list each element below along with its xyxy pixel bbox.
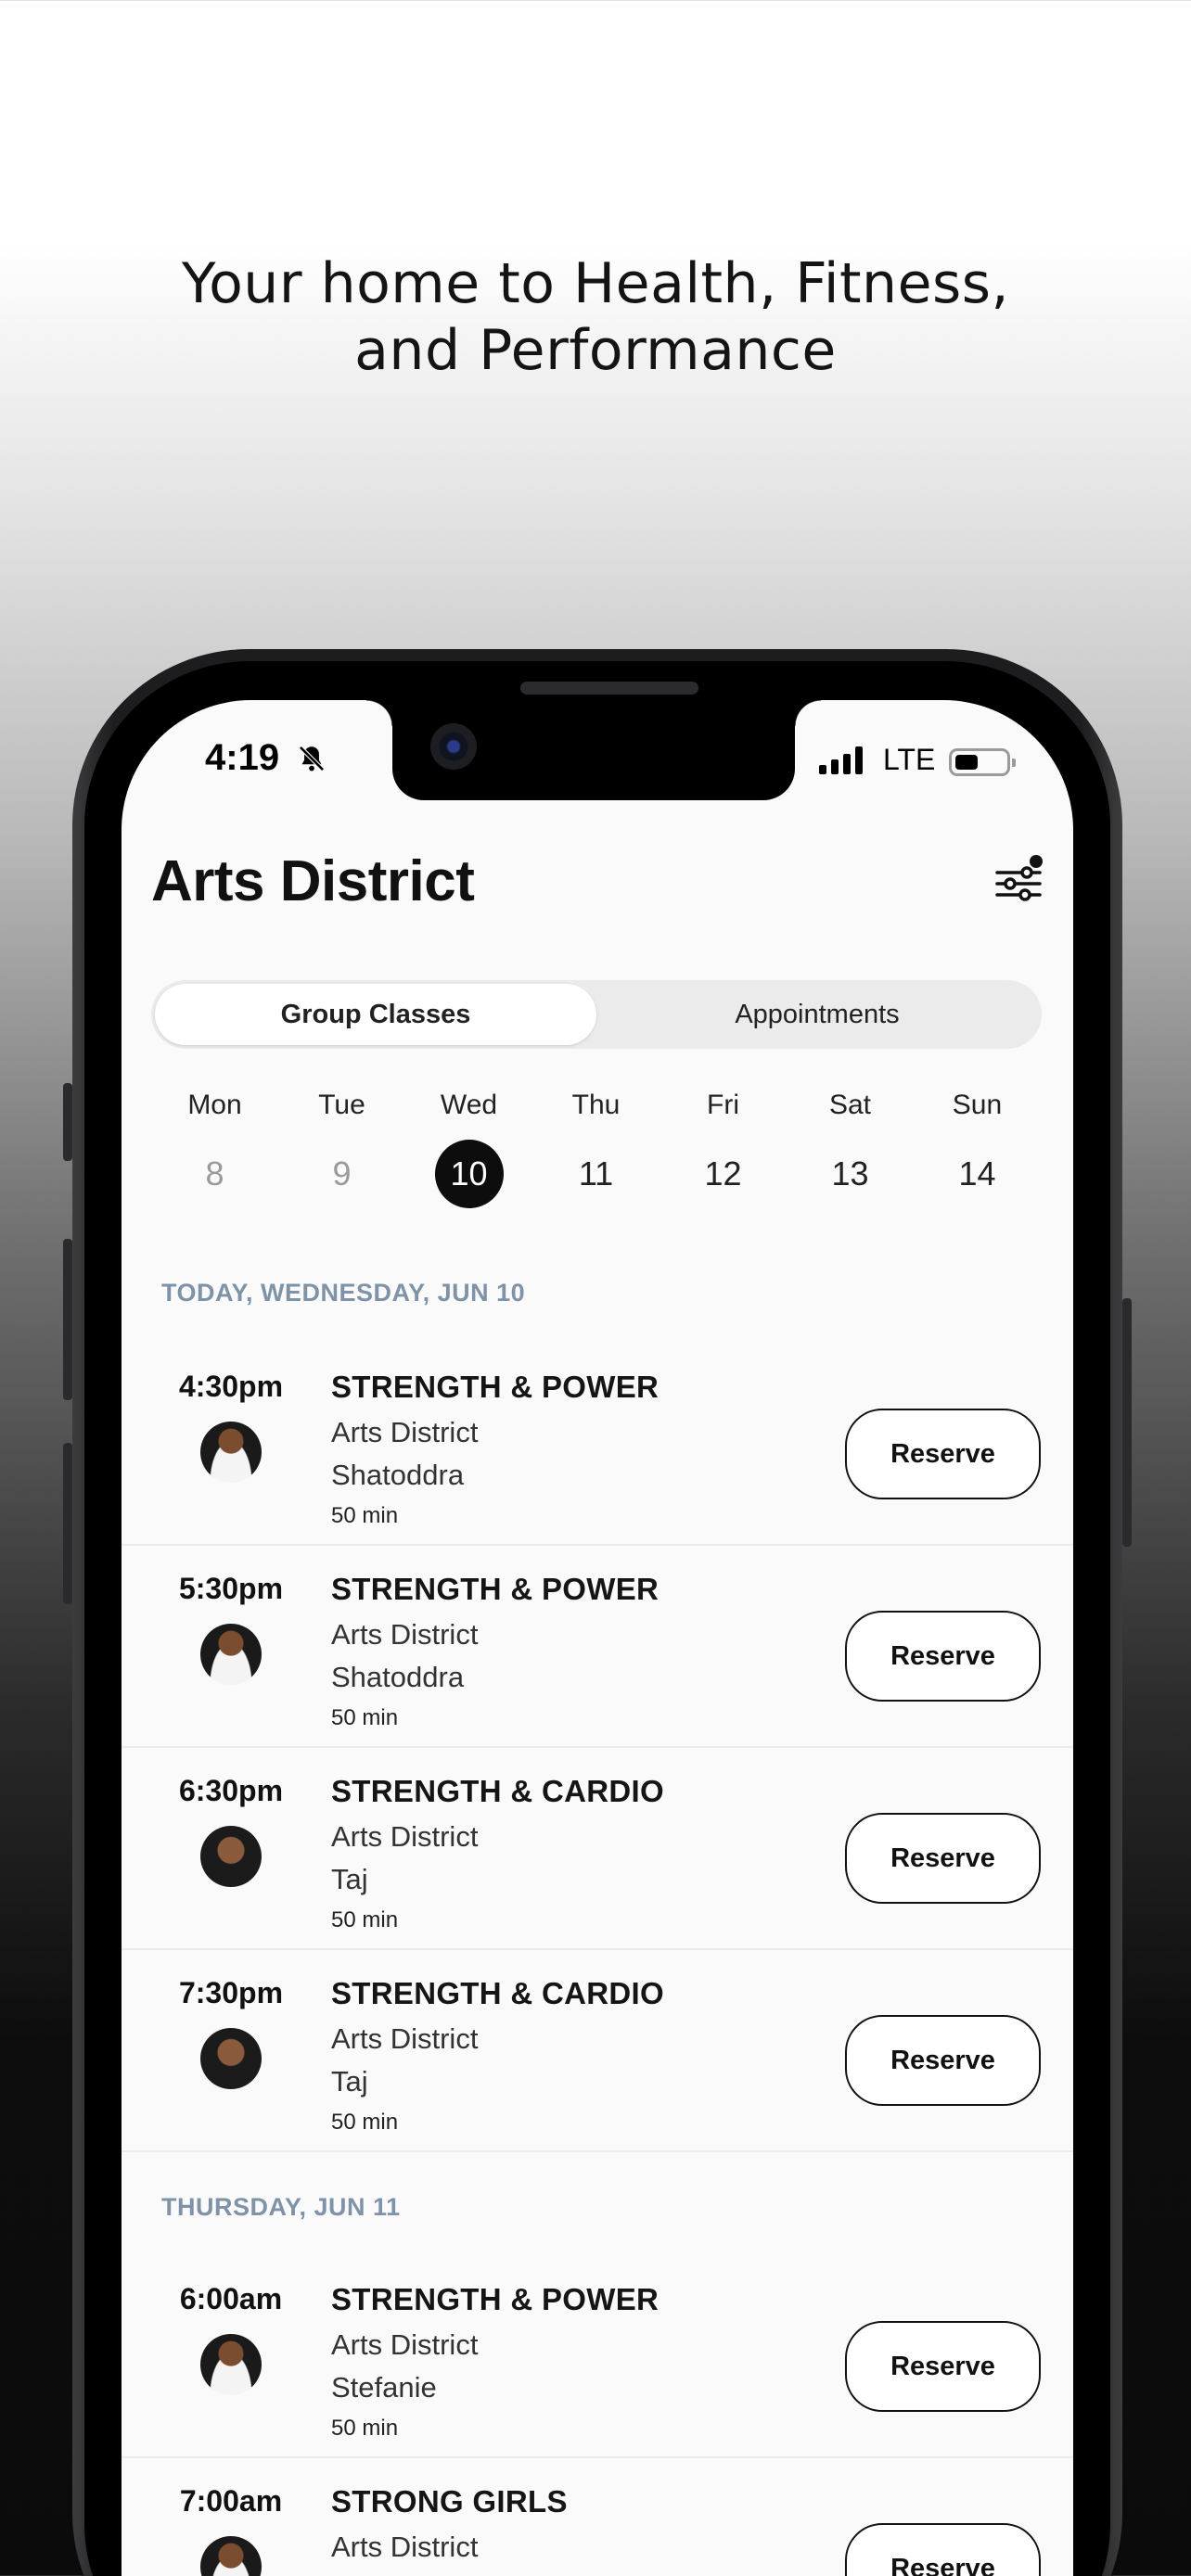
class-time: 4:30pm	[178, 1370, 284, 1403]
class-row: 7:30pm STRENGTH & CARDIO Arts District T…	[122, 1952, 1073, 2152]
day-name: Sat	[828, 1090, 872, 1120]
class-title: STRENGTH & CARDIO	[331, 1976, 664, 2010]
day-number: 14	[958, 1154, 996, 1192]
class-row: 6:30pm STRENGTH & CARDIO Arts District T…	[122, 1750, 1073, 1950]
day-number: 9	[332, 1154, 352, 1192]
class-location: Arts District	[331, 1618, 479, 1651]
day-name: Mon	[187, 1090, 242, 1120]
side-button-silent	[63, 1083, 72, 1161]
page-title: Arts District	[151, 849, 475, 913]
class-time: 6:30pm	[178, 1774, 284, 1807]
class-coach: Taj	[331, 2065, 368, 2098]
day-number-selected: 10	[434, 1140, 504, 1208]
side-button-volume-down	[63, 1443, 72, 1604]
class-location: Arts District	[331, 1820, 479, 1853]
week-day-picker: Mon 8 Tue 9 Wed 10 Thu 11 Fri 12 Sat 13 …	[151, 1090, 1042, 1208]
headline-line-1: Your home to Health, Fitness,	[181, 251, 1010, 316]
class-time: 6:00am	[179, 2282, 283, 2315]
day-wed[interactable]: Wed 10	[405, 1090, 532, 1208]
class-coach: Shatoddra	[331, 1459, 465, 1491]
app-screen: 4:19 LTE Arts District Group Classes App…	[122, 700, 1073, 2576]
coach-avatar	[200, 2334, 262, 2395]
reserve-button[interactable]: Reserve	[845, 1409, 1041, 1499]
class-time: 5:30pm	[178, 1572, 284, 1605]
class-title: STRENGTH & POWER	[331, 2282, 660, 2316]
class-location: Arts District	[331, 2531, 479, 2563]
class-title: STRENGTH & CARDIO	[331, 1774, 664, 1808]
network-type: LTE	[883, 743, 936, 776]
class-type-segmented-control: Group Classes Appointments	[151, 980, 1042, 1049]
day-number: 11	[578, 1154, 614, 1192]
day-tue[interactable]: Tue 9	[278, 1090, 405, 1208]
side-button-volume-up	[63, 1239, 72, 1400]
marketing-headline: Your home to Health, Fitness, and Perfor…	[0, 250, 1191, 384]
coach-avatar	[200, 1624, 262, 1685]
tab-group-classes[interactable]: Group Classes	[155, 984, 596, 1045]
section-header-thursday: THURSDAY, JUN 11	[161, 2193, 401, 2221]
tab-appointments[interactable]: Appointments	[596, 984, 1038, 1045]
section-header-today: TODAY, WEDNESDAY, JUN 10	[161, 1279, 526, 1307]
notch-corner-right	[795, 700, 821, 726]
day-name: Fri	[707, 1090, 739, 1120]
class-duration: 50 min	[331, 1705, 399, 1730]
class-duration: 50 min	[331, 1907, 399, 1932]
day-thu[interactable]: Thu 11	[532, 1090, 660, 1208]
status-time: 4:19	[205, 737, 280, 778]
reserve-button[interactable]: Reserve	[845, 1813, 1041, 1904]
reserve-button[interactable]: Reserve	[845, 2523, 1041, 2576]
coach-avatar	[200, 2028, 262, 2089]
class-duration: 50 min	[331, 2110, 399, 2135]
day-number: 12	[704, 1154, 742, 1192]
class-location: Arts District	[331, 2022, 479, 2055]
day-sun[interactable]: Sun 14	[914, 1090, 1041, 1208]
day-mon[interactable]: Mon 8	[151, 1090, 278, 1208]
earpiece-speaker	[520, 682, 698, 695]
class-time: 7:30pm	[178, 1976, 284, 2009]
class-duration: 50 min	[331, 2416, 399, 2441]
class-title: STRONG GIRLS	[331, 2484, 568, 2519]
day-name: Sun	[952, 1090, 1003, 1120]
day-sat[interactable]: Sat 13	[787, 1090, 914, 1208]
class-title: STRENGTH & POWER	[331, 1370, 660, 1404]
class-location: Arts District	[331, 1416, 479, 1448]
side-button-power	[1122, 1298, 1132, 1547]
class-coach: Stefanie	[331, 2371, 437, 2404]
sliders-icon[interactable]	[993, 854, 1045, 908]
class-time: 7:00am	[179, 2484, 283, 2518]
day-number: 13	[831, 1154, 869, 1192]
day-fri[interactable]: Fri 12	[660, 1090, 787, 1208]
class-title: STRENGTH & POWER	[331, 1572, 660, 1606]
class-row: 5:30pm STRENGTH & POWER Arts District Sh…	[122, 1548, 1073, 1748]
headline-line-2: and Performance	[354, 318, 837, 383]
reserve-button[interactable]: Reserve	[845, 2321, 1041, 2412]
day-number: 8	[205, 1154, 224, 1192]
class-location: Arts District	[331, 2328, 479, 2361]
day-name: Wed	[440, 1090, 498, 1120]
reserve-button[interactable]: Reserve	[845, 1611, 1041, 1702]
bell-slash-icon	[299, 746, 325, 772]
signal-icon	[819, 746, 863, 774]
day-name: Tue	[318, 1090, 365, 1120]
class-duration: 50 min	[331, 1503, 399, 1528]
battery-icon	[949, 748, 1016, 776]
class-row: 7:00am STRONG GIRLS Arts District Reserv…	[122, 2460, 1073, 2576]
class-coach: Taj	[331, 1863, 368, 1895]
front-camera	[430, 723, 477, 770]
coach-avatar	[200, 2536, 262, 2576]
reserve-button[interactable]: Reserve	[845, 2015, 1041, 2106]
day-name: Thu	[571, 1090, 621, 1120]
coach-avatar	[200, 1422, 262, 1483]
coach-avatar	[200, 1826, 262, 1887]
class-row: 4:30pm STRENGTH & POWER Arts District Sh…	[122, 1345, 1073, 1546]
class-coach: Shatoddra	[331, 1661, 465, 1693]
class-row: 6:00am STRENGTH & POWER Arts District St…	[122, 2258, 1073, 2458]
notch-corner-left	[366, 700, 392, 726]
